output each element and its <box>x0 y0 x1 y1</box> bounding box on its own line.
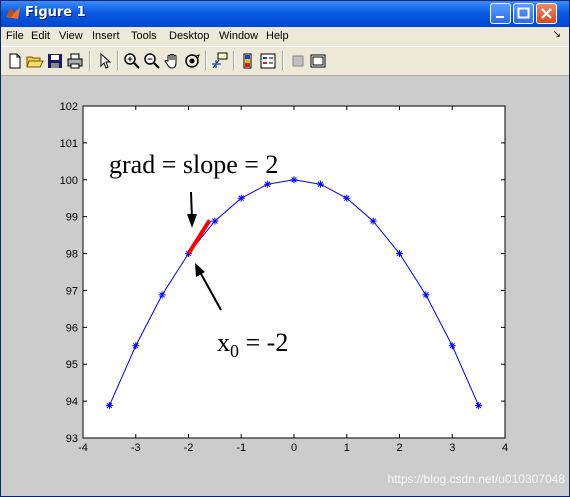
print-icon[interactable] <box>66 52 84 70</box>
rotate-3d-icon[interactable] <box>183 52 201 70</box>
slope-annotation: grad = slope = 2 <box>109 150 278 179</box>
toolbar-separator <box>117 51 119 71</box>
watermark-text: https://blog.csdn.net/u010307048 <box>387 472 565 486</box>
x0-annotation: x0 = -2 <box>217 328 288 361</box>
y-tick-label: 98 <box>66 249 78 261</box>
menu-view[interactable]: View <box>59 30 83 42</box>
menu-insert[interactable]: Insert <box>92 30 120 42</box>
toolbar-separator <box>233 51 235 71</box>
x-tick-label: -1 <box>236 442 246 454</box>
open-folder-icon[interactable] <box>26 52 44 70</box>
y-tick-label: 94 <box>66 396 78 408</box>
data-point-marker <box>369 217 377 225</box>
data-cursor-icon[interactable] <box>211 52 229 70</box>
minimize-icon <box>496 16 504 18</box>
toolbar-separator <box>205 51 207 71</box>
y-tick-label: 99 <box>66 212 78 224</box>
x-tick-label: -3 <box>131 442 141 454</box>
save-icon[interactable] <box>46 52 64 70</box>
menu-help[interactable]: Help <box>266 30 289 42</box>
toolbar-separator <box>89 51 91 71</box>
x-tick-label: 4 <box>502 442 508 454</box>
matlab-icon <box>6 7 20 19</box>
x-tick-label: 0 <box>291 442 297 454</box>
menu-window[interactable]: Window <box>219 30 258 42</box>
data-point-marker <box>396 250 403 258</box>
toolbar <box>1 46 569 76</box>
toolbar-separator <box>282 51 284 71</box>
show-plot-tools-icon[interactable] <box>309 52 327 70</box>
zoom-in-icon[interactable] <box>123 52 141 70</box>
x-tick-label: 1 <box>344 442 350 454</box>
data-point-marker <box>211 217 219 225</box>
menu-tools[interactable]: Tools <box>131 30 157 42</box>
legend-icon[interactable] <box>259 52 277 70</box>
pan-hand-icon[interactable] <box>163 52 181 70</box>
y-tick-label: 101 <box>60 138 78 150</box>
new-file-icon[interactable] <box>6 52 24 70</box>
menu-desktop[interactable]: Desktop <box>169 30 209 42</box>
data-point-marker <box>237 194 245 202</box>
x-tick-label: -4 <box>78 442 88 454</box>
zoom-out-icon[interactable] <box>143 52 161 70</box>
data-point-marker <box>343 194 351 202</box>
data-point-marker <box>290 176 298 184</box>
pointer-icon[interactable] <box>96 52 114 70</box>
window-title: Figure 1 <box>25 5 86 20</box>
close-icon <box>541 8 552 19</box>
y-tick-label: 97 <box>66 285 78 297</box>
title-bar[interactable]: Figure 1 <box>1 1 569 27</box>
y-tick-label: 100 <box>60 175 78 187</box>
close-button[interactable] <box>536 3 557 24</box>
plot-area[interactable]: -4 -3 -2 -1 0 1 2 3 4 93 94 95 96 97 98 99 100 101 102 gra… <box>1 76 569 496</box>
menu-edit[interactable]: Edit <box>31 30 50 42</box>
menu-bar: File Edit View Insert Tools Desktop Wind… <box>1 27 569 46</box>
maximize-button[interactable] <box>513 3 534 24</box>
menu-overflow-icon[interactable]: ↘ <box>553 29 561 40</box>
y-tick-label: 93 <box>66 433 78 445</box>
x-tick-label: 3 <box>449 442 455 454</box>
colorbar-icon[interactable] <box>239 52 257 70</box>
y-tick-label: 95 <box>66 359 78 371</box>
y-tick-label: 102 <box>60 101 78 113</box>
x-tick-label: -2 <box>184 442 194 454</box>
menu-file[interactable]: File <box>6 30 24 42</box>
x-tick-label: 2 <box>396 442 402 454</box>
maximize-icon <box>517 7 530 19</box>
figure-window: Figure 1 File Edit View Insert Tools Des… <box>0 0 570 497</box>
y-tick-label: 96 <box>66 322 78 334</box>
hide-plot-tools-icon[interactable] <box>289 52 307 70</box>
minimize-button[interactable] <box>490 3 511 24</box>
figure-canvas: -4 -3 -2 -1 0 1 2 3 4 93 94 95 96 97 98 99 100 101 102 gra… <box>1 76 569 496</box>
